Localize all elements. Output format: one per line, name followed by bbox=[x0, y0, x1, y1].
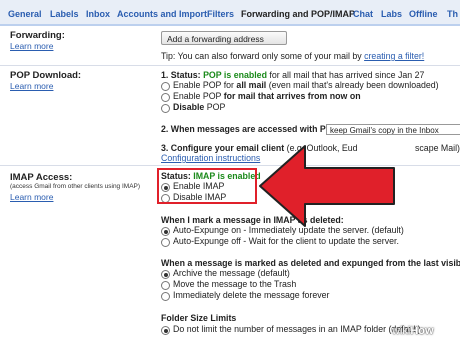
watermark-wiki: wiki bbox=[392, 325, 411, 337]
red-arrow-icon bbox=[259, 145, 395, 227]
wikihow-watermark: wikiHow bbox=[392, 325, 434, 337]
watermark-how: How bbox=[410, 325, 434, 337]
